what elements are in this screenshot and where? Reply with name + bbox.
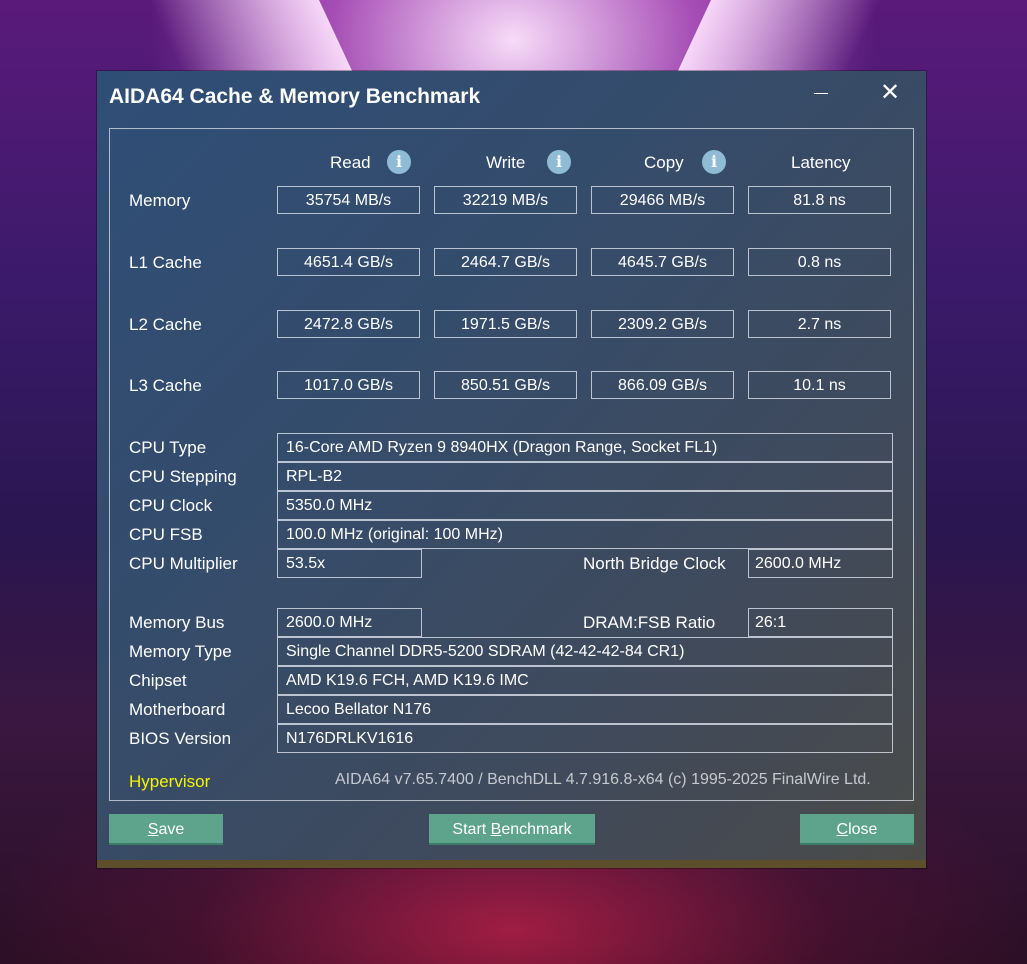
l1-read-value: 4651.4 GB/s [277,248,420,276]
memory-type-label: Memory Type [129,642,232,661]
start-benchmark-button[interactable]: Start Benchmark [429,814,595,845]
version-info: AIDA64 v7.65.7400 / BenchDLL 4.7.916.8-x… [335,771,871,788]
row-label-memory: Memory [129,191,191,210]
chipset-label: Chipset [129,671,187,690]
cpu-multiplier-value: 53.5x [277,549,422,578]
benchmark-label: enchmark [501,821,572,838]
window-title: AIDA64 Cache & Memory Benchmark [109,85,481,108]
row-label-l2-cache: L2 Cache [129,315,202,334]
north-bridge-clock-label: North Bridge Clock [583,554,726,573]
north-bridge-clock-value: 2600.0 MHz [748,549,893,578]
close-button[interactable]: Close [800,814,914,845]
cpu-stepping-value: RPL-B2 [277,462,893,491]
l2-copy-value: 2309.2 GB/s [591,310,734,338]
save-label: ave [158,821,185,838]
column-header-write: Write [486,153,526,172]
l1-copy-value: 4645.7 GB/s [591,248,734,276]
minimize-button[interactable] [803,81,837,109]
l3-copy-value: 866.09 GB/s [591,371,734,399]
cpu-fsb-label: CPU FSB [129,525,203,544]
memory-latency-value: 81.8 ns [748,186,891,214]
column-header-copy: Copy [644,153,684,172]
cpu-type-label: CPU Type [129,438,207,457]
start-label: Start [452,821,491,838]
dram-fsb-ratio-value: 26:1 [748,608,893,637]
start-accelerator: B [490,821,502,838]
l3-read-value: 1017.0 GB/s [277,371,420,399]
copy-info-icon[interactable]: i [702,150,726,174]
cpu-multiplier-label: CPU Multiplier [129,554,238,573]
read-info-icon[interactable]: i [387,150,411,174]
bios-version-label: BIOS Version [129,729,232,748]
cpu-type-value: 16-Core AMD Ryzen 9 8940HX (Dragon Range… [277,433,893,462]
close-window-button[interactable]: ✕ [873,81,907,109]
close-label: lose [848,821,878,838]
cpu-clock-value: 5350.0 MHz [277,491,893,520]
memory-type-value: Single Channel DDR5-5200 SDRAM (42-42-42… [277,637,893,666]
memory-read-value: 35754 MB/s [277,186,420,214]
save-button[interactable]: Save [109,814,223,845]
memory-copy-value: 29466 MB/s [591,186,734,214]
column-header-latency: Latency [791,153,851,172]
l1-latency-value: 0.8 ns [748,248,891,276]
dram-fsb-ratio-label: DRAM:FSB Ratio [583,613,716,632]
l1-write-value: 2464.7 GB/s [434,248,577,276]
row-label-l1-cache: L1 Cache [129,253,202,272]
cpu-fsb-value: 100.0 MHz (original: 100 MHz) [277,520,893,549]
bios-version-value: N176DRLKV1616 [277,724,893,753]
l2-write-value: 1971.5 GB/s [434,310,577,338]
memory-bus-value: 2600.0 MHz [277,608,422,637]
chipset-value: AMD K19.6 FCH, AMD K19.6 IMC [277,666,893,695]
column-header-read: Read [330,153,371,172]
save-accelerator: S [147,821,159,838]
memory-write-value: 32219 MB/s [434,186,577,214]
motherboard-label: Motherboard [129,700,226,719]
l3-write-value: 850.51 GB/s [434,371,577,399]
write-info-icon[interactable]: i [547,150,571,174]
hypervisor-label: Hypervisor [129,772,211,791]
benchmark-window: AIDA64 Cache & Memory Benchmark ✕ Read i… [97,71,926,868]
l2-read-value: 2472.8 GB/s [277,310,420,338]
cpu-clock-label: CPU Clock [129,496,213,515]
window-bottom-strip [97,860,926,868]
motherboard-value: Lecoo Bellator N176 [277,695,893,724]
row-label-l3-cache: L3 Cache [129,376,202,395]
l3-latency-value: 10.1 ns [748,371,891,399]
close-accelerator: C [836,821,849,838]
cpu-stepping-label: CPU Stepping [129,467,237,486]
l2-latency-value: 2.7 ns [748,310,891,338]
memory-bus-label: Memory Bus [129,613,225,632]
